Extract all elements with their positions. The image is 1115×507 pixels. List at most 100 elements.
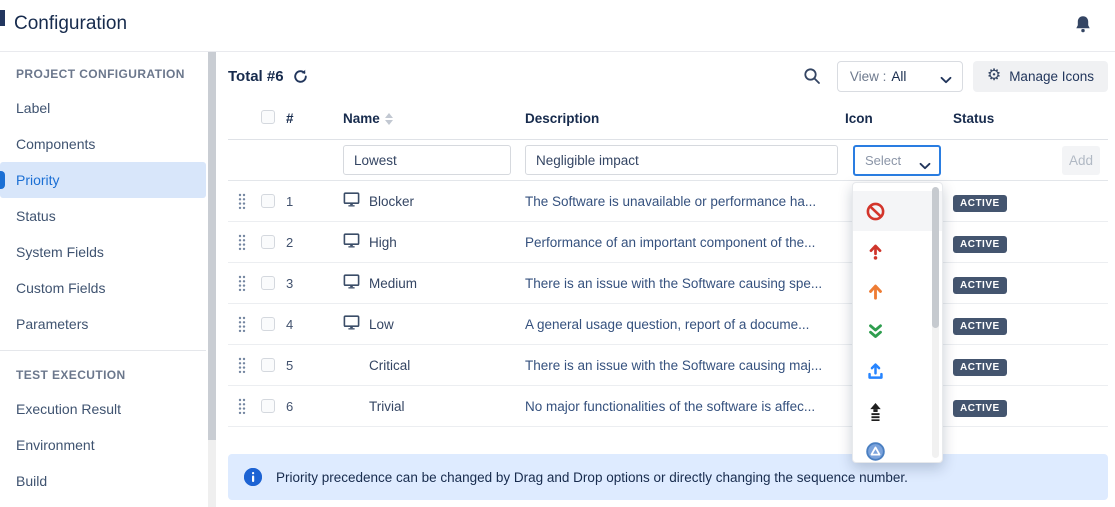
sidebar-item-label[interactable]: Label <box>0 90 206 126</box>
sort-icon[interactable] <box>385 113 393 125</box>
priority-description: No major functionalities of the software… <box>525 399 840 414</box>
sidebar-item-custom-fields[interactable]: Custom Fields <box>0 270 206 306</box>
drag-handle-icon[interactable] <box>238 275 246 297</box>
status-badge: ACTIVE <box>953 359 1007 376</box>
chevron-down-icon <box>919 157 931 165</box>
notification-bell-icon[interactable] <box>1073 14 1093 36</box>
drag-handle-icon[interactable] <box>238 398 246 420</box>
add-button[interactable]: Add <box>1062 146 1100 175</box>
drag-handle-icon[interactable] <box>238 193 246 215</box>
gear-icon: ⚙ <box>987 68 1001 84</box>
info-banner-text: Priority precedence can be changed by Dr… <box>276 470 908 485</box>
drag-handle-icon[interactable] <box>238 316 246 338</box>
row-sequence: 5 <box>286 358 293 373</box>
drag-handle-icon[interactable] <box>238 357 246 379</box>
triangle-circle-blue-icon[interactable] <box>853 431 942 471</box>
view-filter-select[interactable]: View : All <box>837 61 963 92</box>
status-badge: ACTIVE <box>953 400 1007 417</box>
sidebar-item-build[interactable]: Build <box>0 463 206 499</box>
row-checkbox[interactable] <box>261 194 275 208</box>
table-row: 4 Low A general usage question, report o… <box>228 304 1108 345</box>
table-row: 1 Blocker The Software is unavailable or… <box>228 181 1108 222</box>
view-filter-value: All <box>891 69 906 84</box>
manage-icons-button[interactable]: ⚙ Manage Icons <box>973 61 1108 92</box>
arrow-up-orange-icon[interactable] <box>853 271 942 311</box>
sidebar-item-components[interactable]: Components <box>0 126 206 162</box>
column-header-description: Description <box>525 111 599 126</box>
table-row: 6 Trivial No major functionalities of th… <box>228 386 1108 427</box>
column-header-name[interactable]: Name <box>343 111 393 126</box>
priority-name: Critical <box>369 358 410 373</box>
priority-description: A general usage question, report of a do… <box>525 317 840 332</box>
priority-description: Performance of an important component of… <box>525 235 840 250</box>
upload-blue-icon[interactable] <box>853 351 942 391</box>
dropdown-scrollbar[interactable] <box>932 187 939 458</box>
row-checkbox[interactable] <box>261 276 275 290</box>
priority-name: Low <box>369 317 394 332</box>
configuration-page: Configuration PROJECT CONFIGURATION Labe… <box>0 0 1115 507</box>
sidebar-item-priority[interactable]: Priority <box>0 162 206 198</box>
column-header-name-label: Name <box>343 111 380 126</box>
row-checkbox[interactable] <box>261 399 275 413</box>
column-header-status: Status <box>953 111 994 126</box>
row-name-cell: High <box>343 222 397 263</box>
priority-name: Medium <box>369 276 417 291</box>
priority-name: Blocker <box>369 194 414 209</box>
new-priority-description-input[interactable] <box>525 145 838 175</box>
vertical-scrollbar[interactable] <box>208 52 216 507</box>
row-sequence: 1 <box>286 194 293 209</box>
new-priority-name-input[interactable] <box>343 145 511 175</box>
search-icon[interactable] <box>803 67 821 85</box>
row-name-cell: Trivial <box>343 386 405 427</box>
row-checkbox[interactable] <box>261 358 275 372</box>
monitor-icon <box>343 315 360 335</box>
monitor-icon <box>343 233 360 253</box>
dropdown-scrollbar-thumb[interactable] <box>932 187 939 328</box>
row-sequence: 3 <box>286 276 293 291</box>
sidebar-item-environment[interactable]: Environment <box>0 427 206 463</box>
status-badge: ACTIVE <box>953 277 1007 294</box>
monitor-icon <box>343 274 360 294</box>
priority-description: The Software is unavailable or performan… <box>525 194 840 209</box>
row-name-cell: Blocker <box>343 181 414 222</box>
priority-description: There is an issue with the Software caus… <box>525 276 840 291</box>
main-content: Total #6 View : All <box>228 52 1108 500</box>
arrow-up-bars-black-icon[interactable] <box>853 391 942 431</box>
table-row: 3 Medium There is an issue with the Soft… <box>228 263 1108 304</box>
row-name-cell: Medium <box>343 263 417 304</box>
status-badge: ACTIVE <box>953 236 1007 253</box>
sidebar-item-execution-result[interactable]: Execution Result <box>0 391 206 427</box>
vertical-scrollbar-thumb[interactable] <box>208 52 216 440</box>
select-all-checkbox[interactable] <box>261 110 275 124</box>
priority-description: There is an issue with the Software caus… <box>525 358 840 373</box>
column-header-seq: # <box>286 111 294 126</box>
monitor-icon <box>343 192 360 212</box>
icon-select-dropdown[interactable]: Select <box>853 145 941 176</box>
icon-select-value: Select <box>865 153 901 168</box>
sidebar-section-test-execution: TEST EXECUTION <box>0 359 206 391</box>
app-header: Configuration <box>0 0 1115 52</box>
drag-handle-icon[interactable] <box>238 234 246 256</box>
row-sequence: 4 <box>286 317 293 332</box>
priority-name: Trivial <box>369 399 405 414</box>
sidebar-item-status[interactable]: Status <box>0 198 206 234</box>
row-checkbox[interactable] <box>261 317 275 331</box>
no-entry-icon[interactable] <box>853 191 942 231</box>
info-icon <box>244 468 262 486</box>
manage-icons-label: Manage Icons <box>1009 69 1094 84</box>
chevron-down-icon <box>940 72 952 80</box>
sidebar-item-parameters[interactable]: Parameters <box>0 306 206 342</box>
sidebar-item-system-fields[interactable]: System Fields <box>0 234 206 270</box>
column-header-icon: Icon <box>845 111 873 126</box>
total-count-label: Total #6 <box>228 68 284 85</box>
refresh-icon[interactable] <box>292 68 309 85</box>
new-priority-row: Select Add <box>228 140 1108 181</box>
sidebar: PROJECT CONFIGURATION Label Components P… <box>0 52 206 507</box>
row-checkbox[interactable] <box>261 235 275 249</box>
priority-name: High <box>369 235 397 250</box>
status-badge: ACTIVE <box>953 318 1007 335</box>
double-chevron-down-green-icon[interactable] <box>853 311 942 351</box>
arrow-up-dotted-red-icon[interactable] <box>853 231 942 271</box>
table-header: # Name Description Icon Status <box>228 100 1108 140</box>
table-row: 5 Critical There is an issue with the So… <box>228 345 1108 386</box>
